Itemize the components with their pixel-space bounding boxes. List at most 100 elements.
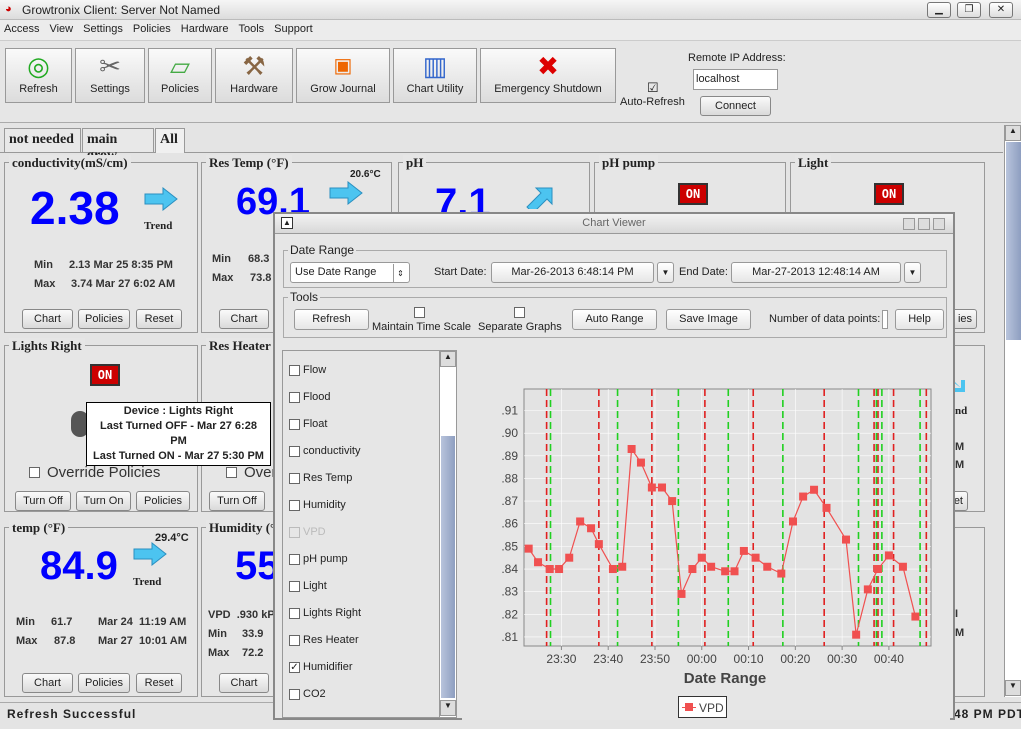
separate-graphs-checkbox[interactable] bbox=[514, 307, 525, 318]
data-points-input[interactable] bbox=[882, 310, 888, 329]
menu-access[interactable]: Access bbox=[0, 20, 43, 35]
series-checkbox[interactable] bbox=[289, 419, 300, 430]
turn-off-button[interactable]: Turn Off bbox=[15, 491, 71, 511]
policies-button[interactable]: Policies bbox=[136, 491, 190, 511]
maintain-time-scale-checkbox[interactable] bbox=[414, 307, 425, 318]
end-date-field[interactable]: Mar-27-2013 12:48:14 AM bbox=[731, 262, 901, 283]
max-label: Max bbox=[34, 278, 56, 290]
max-label: Max bbox=[212, 272, 234, 284]
restore-button[interactable]: ❐ bbox=[957, 2, 981, 18]
auto-refresh-checkbox[interactable]: ☑ bbox=[647, 81, 659, 94]
override-policies-checkbox[interactable] bbox=[29, 467, 40, 478]
date-mode-select[interactable]: Use Date Range ⇕ bbox=[290, 262, 410, 283]
menu-tools[interactable]: Tools bbox=[232, 20, 268, 35]
end-date-dropdown[interactable]: ▼ bbox=[904, 262, 921, 283]
policies-button[interactable]: Policies bbox=[78, 673, 130, 693]
tab-not-needed[interactable]: not needed bbox=[4, 128, 81, 152]
scroll-down-button[interactable]: ▼ bbox=[1005, 680, 1021, 696]
vpd-data-point bbox=[697, 553, 706, 562]
dialog-title: Chart Viewer bbox=[582, 217, 646, 229]
reset-button[interactable]: Reset bbox=[136, 309, 182, 329]
vpd-data-point bbox=[608, 565, 617, 574]
policies-button[interactable]: ▱ Policies bbox=[148, 48, 212, 103]
close-button[interactable]: ✕ bbox=[989, 2, 1013, 18]
max-label: Max bbox=[16, 635, 38, 647]
dialog-minimize-button[interactable] bbox=[903, 218, 915, 230]
status-message: Refresh Successful bbox=[7, 707, 137, 721]
series-checkbox[interactable] bbox=[289, 392, 300, 403]
power-switch-on[interactable]: ON bbox=[678, 183, 708, 205]
series-list-scrollbar[interactable]: ▲ ▼ bbox=[439, 351, 456, 717]
dialog-close-button[interactable] bbox=[933, 218, 945, 230]
vpd-data-point bbox=[873, 565, 882, 574]
menu-settings[interactable]: Settings bbox=[77, 20, 127, 35]
series-checkbox[interactable] bbox=[289, 554, 300, 565]
vpd-value: VPD .930 kP bbox=[208, 609, 275, 621]
chart-button[interactable]: Chart bbox=[22, 673, 73, 693]
start-date-dropdown[interactable]: ▼ bbox=[657, 262, 674, 283]
scroll-down-button[interactable]: ▼ bbox=[440, 700, 456, 716]
hardware-button[interactable]: ⚒ Hardware bbox=[215, 48, 293, 103]
vpd-data-point bbox=[668, 497, 677, 506]
turn-off-button[interactable]: Turn Off bbox=[209, 491, 265, 511]
chart-button[interactable]: Chart bbox=[219, 309, 269, 329]
vpd-data-point bbox=[852, 630, 861, 639]
scroll-thumb[interactable] bbox=[441, 436, 455, 698]
chart-button[interactable]: Chart bbox=[22, 309, 73, 329]
auto-range-button[interactable]: Auto Range bbox=[572, 309, 657, 330]
menu-support[interactable]: Support bbox=[268, 20, 317, 35]
menu-policies[interactable]: Policies bbox=[127, 20, 175, 35]
refresh-icon: ◎ bbox=[27, 51, 50, 81]
main-scrollbar[interactable]: ▲ ▼ bbox=[1004, 125, 1021, 697]
series-checkbox[interactable] bbox=[289, 446, 300, 457]
chart-refresh-button[interactable]: Refresh bbox=[294, 309, 369, 330]
series-checkbox[interactable]: ✓ bbox=[289, 662, 300, 673]
refresh-button[interactable]: ◎ Refresh bbox=[5, 48, 72, 103]
chart-utility-button[interactable]: ▥ Chart Utility bbox=[393, 48, 477, 103]
menu-hardware[interactable]: Hardware bbox=[175, 20, 233, 35]
menu-view[interactable]: View bbox=[43, 20, 77, 35]
connect-button[interactable]: Connect bbox=[700, 96, 771, 116]
group-label: Tools bbox=[288, 290, 321, 304]
scroll-up-button[interactable]: ▲ bbox=[1005, 125, 1021, 141]
minimize-button[interactable]: ▁ bbox=[927, 2, 951, 18]
scroll-up-button[interactable]: ▲ bbox=[440, 351, 456, 367]
power-switch-on[interactable]: ON bbox=[90, 364, 120, 386]
series-label: Res Heater bbox=[303, 634, 359, 646]
help-button[interactable]: Help bbox=[895, 309, 944, 330]
remote-ip-input[interactable]: localhost bbox=[693, 69, 778, 90]
series-checkbox[interactable] bbox=[289, 689, 300, 700]
reset-button[interactable]: Reset bbox=[136, 673, 182, 693]
series-checkbox[interactable] bbox=[289, 473, 300, 484]
series-label: Float bbox=[303, 418, 328, 430]
dialog-title-bar[interactable]: ▲ Chart Viewer bbox=[275, 214, 953, 234]
grow-journal-button[interactable]: ▣ Grow Journal bbox=[296, 48, 390, 103]
policies-button[interactable]: Policies bbox=[78, 309, 130, 329]
save-image-button[interactable]: Save Image bbox=[666, 309, 751, 330]
vpd-data-point bbox=[730, 567, 739, 576]
power-switch-on[interactable]: ON bbox=[874, 183, 904, 205]
series-checkbox[interactable] bbox=[289, 365, 300, 376]
max-value: M bbox=[955, 627, 965, 639]
x-tick-label: 00:40 bbox=[874, 652, 904, 666]
tools-icon: ✂ bbox=[99, 51, 121, 81]
dialog-maximize-button[interactable] bbox=[918, 218, 930, 230]
settings-button[interactable]: ✂ Settings bbox=[75, 48, 145, 103]
series-checkbox[interactable] bbox=[289, 527, 300, 538]
override-policies-checkbox[interactable] bbox=[226, 467, 237, 478]
panel-title: Lights Right bbox=[9, 338, 85, 354]
emergency-shutdown-button[interactable]: ✖ Emergency Shutdown bbox=[480, 48, 616, 103]
device-tooltip: Device : Lights Right Last Turned OFF - … bbox=[86, 402, 271, 466]
min-label: Min bbox=[16, 616, 35, 628]
chart-button[interactable]: Chart bbox=[219, 673, 269, 693]
series-checkbox[interactable] bbox=[289, 635, 300, 646]
tab-main-grow[interactable]: main grow bbox=[82, 128, 154, 163]
turn-on-button[interactable]: Turn On bbox=[76, 491, 131, 511]
scroll-thumb[interactable] bbox=[1006, 142, 1021, 340]
series-checkbox[interactable] bbox=[289, 608, 300, 619]
tab-all[interactable]: All bbox=[155, 128, 185, 153]
start-date-field[interactable]: Mar-26-2013 6:48:14 PM bbox=[491, 262, 654, 283]
hardware-label: Hardware bbox=[230, 83, 278, 95]
series-checkbox[interactable] bbox=[289, 500, 300, 511]
series-checkbox[interactable] bbox=[289, 581, 300, 592]
